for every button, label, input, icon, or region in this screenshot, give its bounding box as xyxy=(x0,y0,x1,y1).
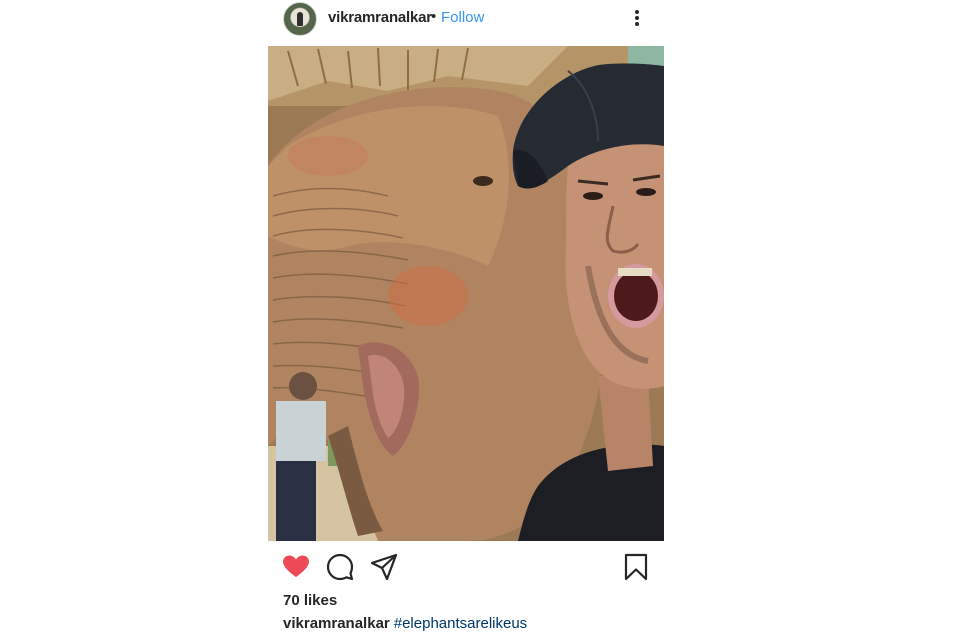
action-bar xyxy=(268,548,664,584)
separator-dot: • xyxy=(431,8,437,25)
more-vertical-icon[interactable] xyxy=(628,6,646,30)
share-icon[interactable] xyxy=(370,553,398,581)
instagram-post: vikramranalkar • Follow 70 likes vikramr… xyxy=(268,0,664,640)
comment-icon[interactable] xyxy=(326,553,354,581)
caption-username[interactable]: vikramranalkar xyxy=(283,615,390,632)
elephant-selfie-image xyxy=(268,46,664,541)
heart-icon[interactable] xyxy=(282,553,310,581)
post-caption: vikramranalkar #elephantsarelikeus xyxy=(283,615,527,632)
post-photo[interactable] xyxy=(268,46,664,541)
bookmark-icon[interactable] xyxy=(622,553,650,581)
follow-button[interactable]: Follow xyxy=(441,9,484,26)
post-header: vikramranalkar • Follow xyxy=(268,0,664,46)
header-username[interactable]: vikramranalkar xyxy=(328,9,432,26)
caption-hashtag[interactable]: #elephantsarelikeus xyxy=(394,615,527,632)
likes-count[interactable]: 70 likes xyxy=(283,592,337,609)
avatar[interactable] xyxy=(283,2,317,36)
